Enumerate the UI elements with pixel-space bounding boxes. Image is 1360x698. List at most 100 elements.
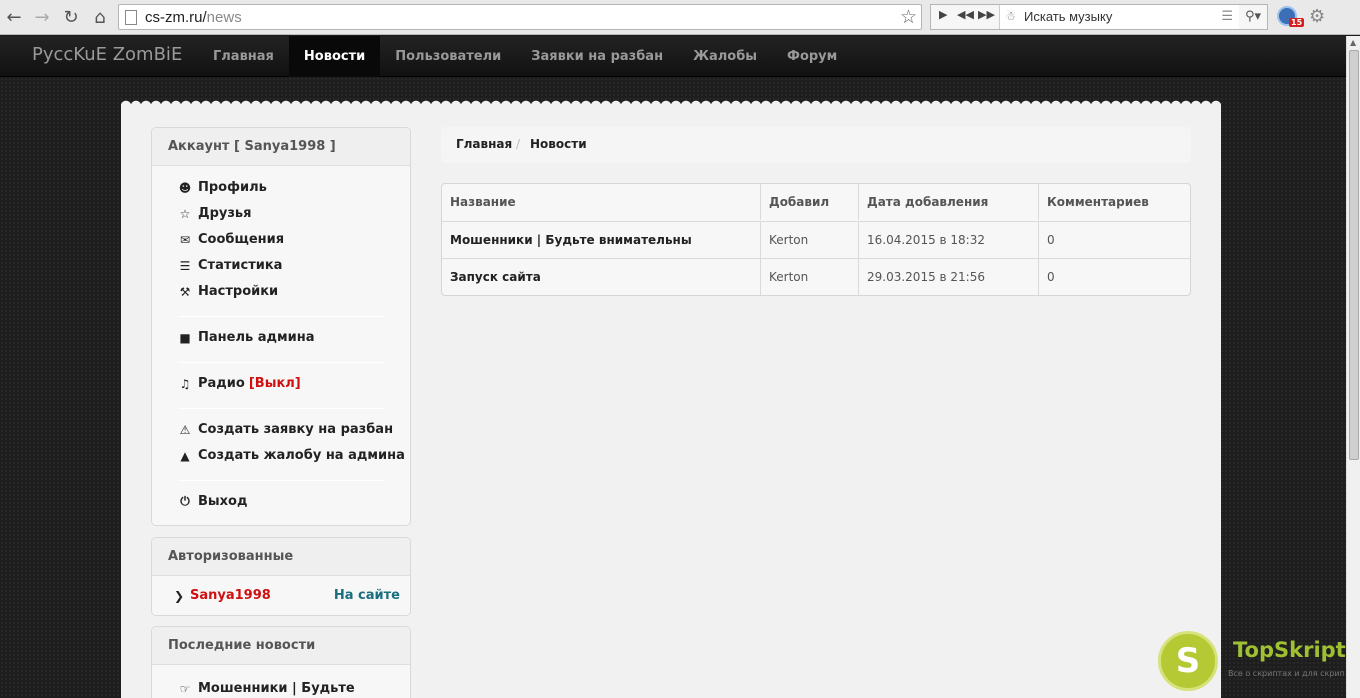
settings-label: Настройки (198, 284, 279, 299)
table-row: Мошенники | Будьте внимательны Kerton 16… (442, 221, 1190, 258)
back-arrow-icon[interactable]: ← (3, 6, 25, 28)
breadcrumb-separator: / (516, 137, 521, 151)
statistics-label: Статистика (198, 258, 283, 273)
account-panel: Аккаунт [ Sanya1998 ] ☻ Профиль ☆ Друзья ✉… (151, 127, 411, 526)
admin-panel-label: Панель админа (198, 330, 315, 345)
latest-news-title: Последние новости (152, 627, 410, 665)
divider (178, 408, 384, 409)
radio-label: Радио (198, 376, 245, 391)
profile-label: Профиль (198, 180, 267, 195)
scroll-up-icon[interactable]: ▲ (1350, 38, 1356, 47)
messages-link[interactable]: ✉ Сообщения (178, 232, 284, 247)
unban-request-link[interactable]: ⚠ Создать заявку на разбан (178, 422, 393, 437)
power-icon: ⏻ (180, 494, 190, 508)
vertical-scrollbar[interactable]: ▲ (1346, 36, 1360, 698)
news-comments-count: 0 (1038, 259, 1190, 295)
online-user-name[interactable]: Sanya1998 (190, 588, 271, 603)
news-date: 16.04.2015 в 18:32 (858, 222, 1038, 258)
forward-arrow-icon[interactable]: → (31, 6, 53, 28)
home-icon[interactable]: ⌂ (89, 6, 111, 28)
url-path: news (206, 9, 242, 26)
music-search-placeholder: Искать музыку (1024, 9, 1113, 24)
menu-item-forum[interactable]: Форум (772, 36, 852, 77)
breadcrumb: Главная / Новости (441, 127, 1191, 163)
extension-badge: 15 (1289, 18, 1305, 27)
breadcrumb-current: Новости (530, 137, 587, 151)
fast-forward-icon[interactable]: ▶▶ (978, 8, 995, 21)
complaint-label: Создать жалобу на админа (198, 448, 405, 463)
divider (178, 480, 384, 481)
menu-item-home[interactable]: Главная (198, 36, 289, 77)
account-panel-title: Аккаунт [ Sanya1998 ] (152, 128, 410, 166)
chevron-right-icon: ❯ (174, 588, 185, 603)
watermark-brand: TopSkript (1233, 638, 1346, 662)
menu-item-news[interactable]: Новости (288, 36, 381, 77)
table-header-row: Название Добавил Дата добавления Коммент… (442, 184, 1190, 221)
column-header-title: Название (450, 195, 516, 209)
watermark-tagline: Все о скриптах и для скриптов (1228, 669, 1344, 678)
statistics-link[interactable]: ☰ Статистика (178, 258, 283, 273)
latest-news-item[interactable]: ☞ Мошенники | Будьте (178, 681, 355, 696)
news-comments-count: 0 (1038, 222, 1190, 258)
news-title-link[interactable]: Мошенники | Будьте внимательны (442, 222, 760, 258)
online-user[interactable]: ❯ Sanya1998 (174, 588, 271, 603)
address-bar[interactable]: cs-zm.ru/news ☆ (118, 4, 922, 30)
bookmark-star-icon[interactable]: ☆ (900, 6, 917, 28)
menu-item-users[interactable]: Пользователи (380, 36, 516, 77)
logout-label: Выход (198, 494, 248, 509)
friends-label: Друзья (198, 206, 252, 221)
hand-pointer-icon: ☞ (179, 681, 191, 696)
music-player: ▶ ◀◀ ▶▶ ☃ Искать музыку ☰ ⚲▾ (930, 4, 1268, 30)
megaphone-icon: ▲ (180, 448, 190, 463)
profile-link[interactable]: ☻ Профиль (178, 180, 267, 195)
watermark-logo-icon: S (1158, 631, 1218, 691)
extension-icon[interactable]: 15 (1277, 6, 1305, 27)
envelope-icon: ✉ (179, 232, 191, 247)
url-text[interactable]: cs-zm.ru/news (145, 9, 242, 26)
settings-wrench-icon[interactable]: ⚙ (1309, 6, 1325, 27)
news-title-link[interactable]: Запуск сайта (442, 259, 760, 295)
authorized-panel-title: Авторизованные (152, 538, 410, 576)
url-host: cs-zm.ru/ (145, 9, 207, 26)
unban-request-label: Создать заявку на разбан (198, 422, 394, 437)
speaker-icon: ☃ (1005, 9, 1016, 23)
online-status: На сайте (333, 588, 400, 603)
play-icon[interactable]: ▶ (939, 8, 947, 21)
search-icon[interactable]: ⚲▾ (1245, 9, 1261, 24)
latest-news-item-label: Мошенники | Будьте (198, 681, 355, 696)
music-search-input[interactable]: ☃ Искать музыку ☰ (999, 5, 1239, 29)
watermark-logo-letter: S (1175, 641, 1201, 681)
settings-link[interactable]: ⚒ Настройки (178, 284, 279, 299)
folder-icon: ■ (179, 330, 191, 345)
list-icon: ☰ (179, 258, 191, 273)
table-row: Запуск сайта Kerton 29.03.2015 в 21:56 0 (442, 258, 1190, 295)
user-icon: ☻ (178, 180, 192, 195)
menu-item-complaints[interactable]: Жалобы (678, 36, 772, 77)
news-author: Kerton (760, 259, 858, 295)
scrollbar-thumb[interactable] (1349, 50, 1359, 460)
column-header-author: Добавил (760, 184, 858, 220)
logout-link[interactable]: ⏻ Выход (178, 494, 247, 509)
music-note-icon: ♫ (179, 376, 191, 391)
reload-icon[interactable]: ↻ (60, 6, 82, 28)
menu-item-unban-requests[interactable]: Заявки на разбан (516, 36, 678, 77)
authorized-panel: Авторизованные ❯ Sanya1998 На сайте (151, 537, 411, 616)
admin-panel-link[interactable]: ■ Панель админа (178, 330, 314, 345)
complaint-link[interactable]: ▲ Создать жалобу на админа (178, 448, 405, 463)
rewind-icon[interactable]: ◀◀ (957, 8, 974, 21)
browser-toolbar: ← → ↻ ⌂ cs-zm.ru/news ☆ ▶ ◀◀ ▶▶ ☃ Искать… (0, 0, 1360, 35)
breadcrumb-home[interactable]: Главная (456, 137, 512, 151)
site-brand[interactable]: PyccKuE ZomBiE (32, 44, 182, 65)
page-icon (125, 10, 137, 25)
warning-icon: ⚠ (179, 422, 191, 437)
radio-link[interactable]: ♫ Радио [Выкл] (178, 376, 301, 391)
news-author: Kerton (760, 222, 858, 258)
star-icon: ☆ (179, 206, 191, 221)
latest-news-panel: Последние новости ☞ Мошенники | Будьте (151, 626, 411, 698)
menu-lines-icon[interactable]: ☰ (1221, 9, 1233, 24)
news-date: 29.03.2015 в 21:56 (858, 259, 1038, 295)
friends-link[interactable]: ☆ Друзья (178, 206, 252, 221)
site-navbar: PyccKuE ZomBiE Главная Новости Пользоват… (0, 36, 1346, 77)
messages-label: Сообщения (198, 232, 285, 247)
radio-status: [Выкл] (248, 376, 301, 391)
